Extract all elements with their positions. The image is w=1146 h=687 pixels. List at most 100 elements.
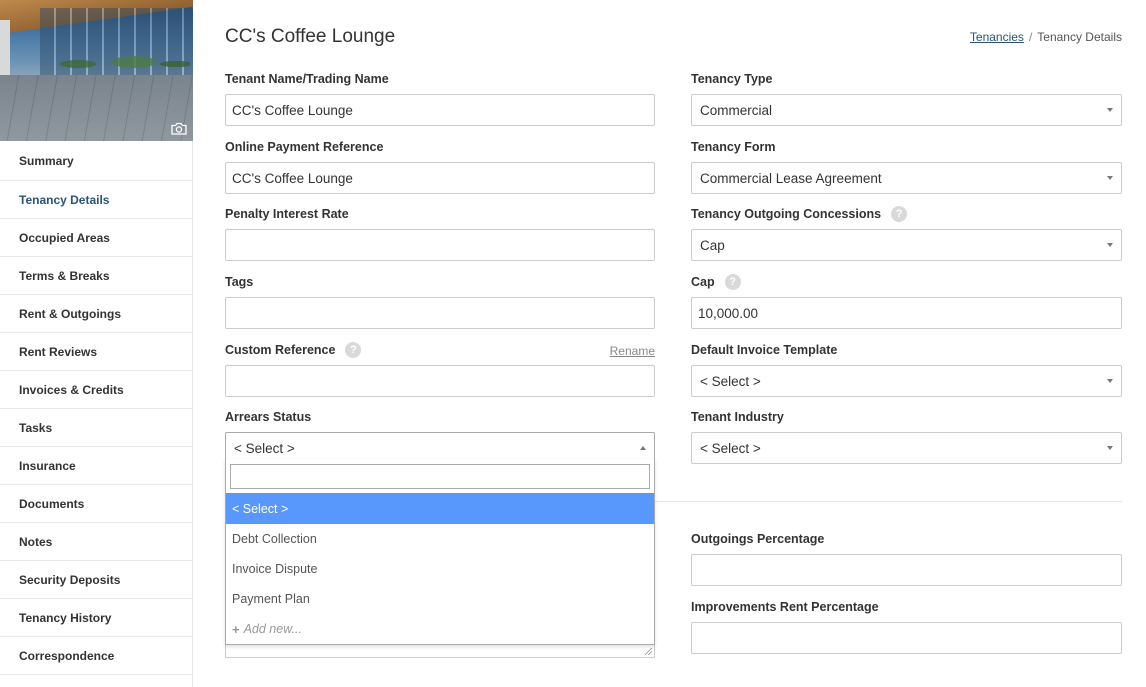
outgoing-concessions-select[interactable]: Cap [691, 229, 1122, 261]
sidebar-item-label: Rent Reviews [19, 344, 98, 359]
default-invoice-template-select[interactable]: < Select > [691, 365, 1122, 397]
chevron-down-icon [1107, 446, 1113, 450]
photo-trees [50, 40, 190, 80]
arrears-status-dropdown: < Select > Debt Collection Invoice Dispu… [225, 459, 655, 645]
penalty-interest-rate-input[interactable] [225, 229, 655, 261]
outgoing-concessions-group: Tenancy Outgoing Concessions ? Cap [691, 206, 1122, 261]
sidebar-item-terms-breaks[interactable]: Terms & Breaks [0, 257, 192, 295]
tenant-industry-select[interactable]: < Select > [691, 432, 1122, 464]
penalty-interest-rate-label: Penalty Interest Rate [225, 207, 349, 221]
penalty-interest-rate-group: Penalty Interest Rate [225, 206, 655, 261]
breadcrumb-separator: / [1028, 30, 1033, 44]
dropdown-option-debt-collection[interactable]: Debt Collection [226, 524, 654, 554]
online-payment-reference-input[interactable]: CC's Coffee Lounge [225, 162, 655, 194]
sidebar-item-documents[interactable]: Documents [0, 485, 192, 523]
dropdown-option-payment-plan[interactable]: Payment Plan [226, 584, 654, 614]
camera-icon[interactable] [171, 122, 187, 135]
tenant-industry-value: < Select > [700, 440, 761, 456]
tenancy-form-group: Tenancy Form Commercial Lease Agreement [691, 139, 1122, 194]
default-invoice-template-label: Default Invoice Template [691, 343, 838, 357]
sidebar-item-correspondence[interactable]: Correspondence [0, 637, 192, 675]
custom-reference-group: Custom Reference ? Rename [225, 342, 655, 397]
chevron-down-icon [1107, 108, 1113, 112]
sidebar-item-label: Invoices & Credits [19, 382, 124, 397]
sidebar-item-label: Correspondence [19, 648, 115, 663]
sidebar-item-rent-reviews[interactable]: Rent Reviews [0, 333, 192, 371]
arrears-status-value: < Select > [234, 440, 295, 456]
sidebar-item-label: Occupied Areas [19, 230, 110, 245]
dropdown-add-new[interactable]: + Add new... [226, 614, 654, 644]
custom-reference-input[interactable] [225, 365, 655, 397]
tags-input[interactable] [225, 297, 655, 329]
help-icon[interactable]: ? [724, 274, 741, 290]
sidebar-item-label: Tenancy History [19, 610, 112, 625]
improvements-rent-percentage-label: Improvements Rent Percentage [691, 600, 879, 614]
cap-group: Cap ? 10,000.00 [691, 274, 1122, 329]
sidebar-item-insurance[interactable]: Insurance [0, 447, 192, 485]
sidebar-item-tenancy-history[interactable]: Tenancy History [0, 599, 192, 637]
outgoing-concessions-label: Tenancy Outgoing Concessions [691, 207, 882, 221]
tenancy-type-value: Commercial [700, 102, 773, 118]
chevron-down-icon [1107, 176, 1113, 180]
rename-link[interactable]: Rename [610, 344, 655, 358]
section-divider [655, 501, 1122, 502]
sidebar-item-label: Notes [19, 534, 53, 549]
chevron-down-icon [1107, 379, 1113, 383]
sidebar-item-tasks[interactable]: Tasks [0, 409, 192, 447]
arrears-status-group: Arrears Status < Select > [225, 409, 655, 464]
improvements-rent-percentage-input[interactable] [691, 622, 1122, 654]
tenancy-form-value: Commercial Lease Agreement [700, 170, 882, 186]
tenant-name-label: Tenant Name/Trading Name [225, 72, 389, 86]
sidebar-item-notes[interactable]: Notes [0, 523, 192, 561]
cap-label-row: Cap ? [691, 274, 1122, 290]
sidebar-item-label: Terms & Breaks [19, 268, 110, 283]
sidebar-item-label: Summary [19, 153, 74, 168]
outgoings-percentage-label: Outgoings Percentage [691, 532, 825, 546]
tenant-name-group: Tenant Name/Trading Name CC's Coffee Lou… [225, 71, 655, 126]
tenancy-form-label: Tenancy Form [691, 140, 776, 154]
dropdown-option-select[interactable]: < Select > [226, 493, 654, 524]
sidebar-item-label: Security Deposits [19, 572, 121, 587]
breadcrumb: Tenancies / Tenancy Details [970, 30, 1122, 44]
sidebar-nav: Summary Tenancy Details Occupied Areas T… [0, 141, 192, 675]
sidebar-item-summary[interactable]: Summary [0, 141, 192, 181]
tenant-industry-group: Tenant Industry < Select > [691, 409, 1122, 464]
breadcrumb-link-tenancies[interactable]: Tenancies [970, 30, 1024, 44]
tenant-industry-label: Tenant Industry [691, 410, 784, 424]
sidebar-item-invoices-credits[interactable]: Invoices & Credits [0, 371, 192, 409]
chevron-down-icon [1107, 243, 1113, 247]
sidebar-item-security-deposits[interactable]: Security Deposits [0, 561, 192, 599]
cap-label: Cap [691, 275, 715, 289]
custom-reference-label: Custom Reference [225, 343, 336, 357]
online-payment-reference-group: Online Payment Reference CC's Coffee Lou… [225, 139, 655, 194]
tenant-name-input[interactable]: CC's Coffee Lounge [225, 94, 655, 126]
breadcrumb-current: Tenancy Details [1037, 30, 1122, 44]
help-icon[interactable]: ? [345, 342, 362, 358]
sidebar-item-label: Insurance [19, 458, 76, 473]
tenancy-type-group: Tenancy Type Commercial [691, 71, 1122, 126]
sidebar: Summary Tenancy Details Occupied Areas T… [0, 0, 193, 687]
cap-input[interactable]: 10,000.00 [691, 297, 1122, 329]
tenancy-type-label: Tenancy Type [691, 72, 773, 86]
resize-grip-icon[interactable] [645, 648, 652, 655]
dropdown-search-input[interactable] [230, 464, 650, 489]
tags-label: Tags [225, 275, 254, 289]
tenancy-form-select[interactable]: Commercial Lease Agreement [691, 162, 1122, 194]
outgoings-percentage-input[interactable] [691, 554, 1122, 586]
sidebar-item-tenancy-details[interactable]: Tenancy Details [0, 181, 192, 219]
tags-group: Tags [225, 274, 655, 329]
sidebar-item-occupied-areas[interactable]: Occupied Areas [0, 219, 192, 257]
default-invoice-template-group: Default Invoice Template < Select > [691, 342, 1122, 397]
property-photo [0, 0, 193, 141]
sidebar-item-label: Documents [19, 496, 85, 511]
help-icon[interactable]: ? [891, 206, 908, 222]
page-title: CC's Coffee Lounge [225, 26, 396, 47]
online-payment-reference-label: Online Payment Reference [225, 140, 384, 154]
dropdown-option-invoice-dispute[interactable]: Invoice Dispute [226, 554, 654, 584]
plus-icon: + [232, 621, 240, 637]
add-new-label: Add new... [243, 622, 302, 636]
tenancy-type-select[interactable]: Commercial [691, 94, 1122, 126]
chevron-up-icon [640, 446, 646, 450]
sidebar-item-rent-outgoings[interactable]: Rent & Outgoings [0, 295, 192, 333]
outgoings-percentage-group: Outgoings Percentage [691, 531, 1122, 586]
